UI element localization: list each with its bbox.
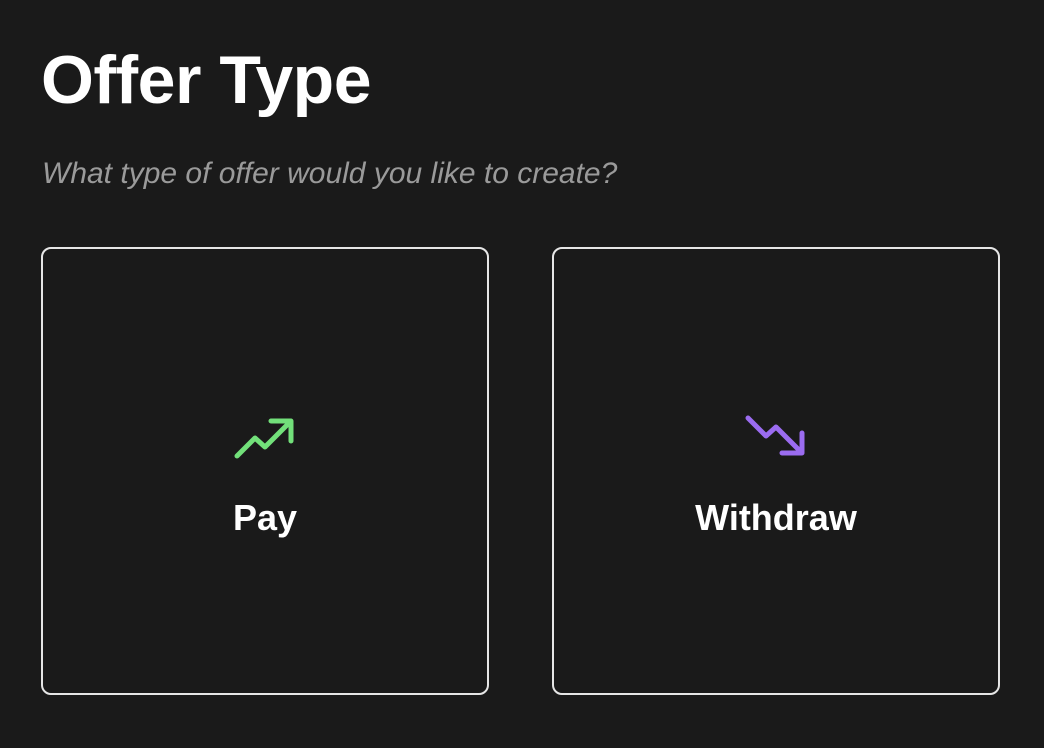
- pay-option-label: Pay: [232, 497, 298, 538]
- page-title: Offer Type: [41, 42, 372, 118]
- pay-option-card[interactable]: Pay: [41, 247, 489, 695]
- offer-type-page: Offer Type What type of offer would you …: [41, 0, 1001, 748]
- trending-up-icon: [233, 414, 297, 460]
- page-subtitle: What type of offer would you like to cre…: [42, 157, 618, 190]
- trending-down-icon: [744, 414, 808, 460]
- withdraw-option-label: Withdraw: [695, 497, 857, 538]
- offer-type-options: Pay Withdraw: [41, 247, 1001, 695]
- withdraw-option-card[interactable]: Withdraw: [552, 247, 1000, 695]
